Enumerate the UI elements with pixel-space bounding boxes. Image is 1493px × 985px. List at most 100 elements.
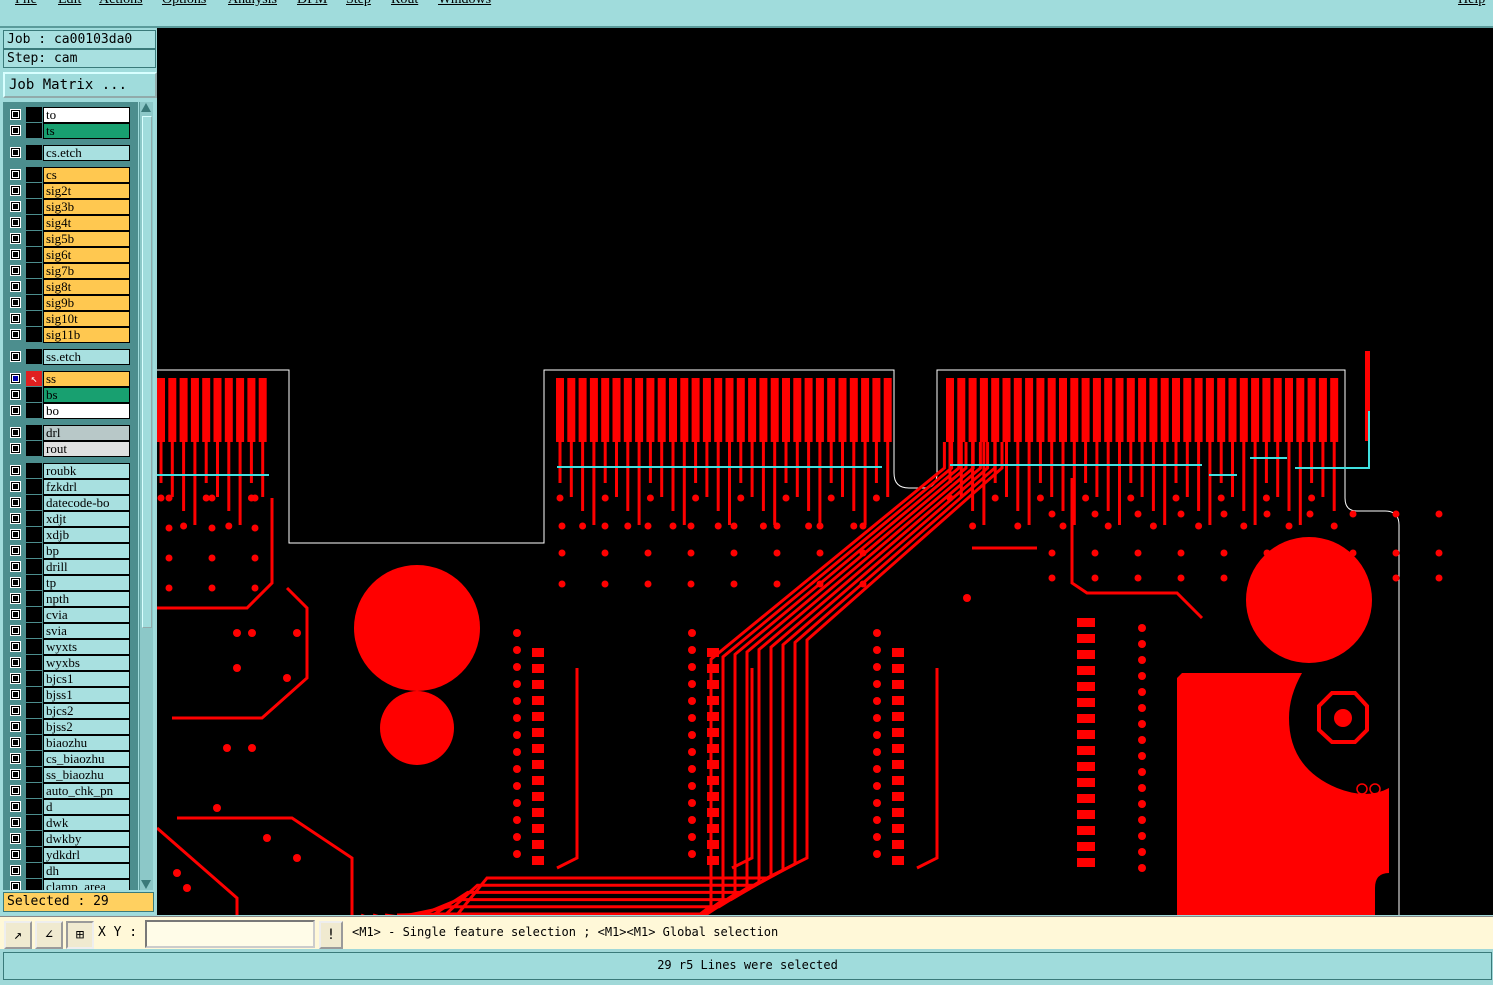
layer-checkbox[interactable]: [10, 849, 21, 860]
layer-checkbox[interactable]: [10, 593, 21, 604]
layer-name[interactable]: sig3b: [43, 199, 130, 215]
layer-name[interactable]: clamp_area: [43, 879, 130, 890]
layer-row[interactable]: sig2t: [6, 183, 130, 199]
layer-color-swatch[interactable]: [26, 735, 42, 750]
job-matrix-button[interactable]: Job Matrix ...: [3, 72, 157, 98]
layer-checkbox[interactable]: [10, 801, 21, 812]
xy-coordinate-input[interactable]: [145, 920, 315, 948]
layer-color-swatch[interactable]: [26, 687, 42, 702]
layer-row[interactable]: ts: [6, 123, 130, 139]
layer-color-swatch[interactable]: [26, 495, 42, 510]
layer-checkbox[interactable]: [10, 497, 21, 508]
layer-name[interactable]: bo: [43, 403, 130, 419]
layer-name[interactable]: d: [43, 799, 130, 815]
layer-row[interactable]: wyxts: [6, 639, 130, 655]
layer-checkbox[interactable]: [10, 513, 21, 524]
layer-row[interactable]: roubk: [6, 463, 130, 479]
layer-checkbox[interactable]: [10, 109, 21, 120]
layer-checkbox[interactable]: [10, 769, 21, 780]
layer-checkbox[interactable]: [10, 609, 21, 620]
layer-row[interactable]: sig7b: [6, 263, 130, 279]
layer-row[interactable]: drl: [6, 425, 130, 441]
layer-row[interactable]: xdjb: [6, 527, 130, 543]
layer-color-swatch[interactable]: [26, 847, 42, 862]
layer-row[interactable]: d: [6, 799, 130, 815]
layer-color-swatch[interactable]: [26, 403, 42, 418]
layer-row[interactable]: tp: [6, 575, 130, 591]
layer-list-scrollbar[interactable]: [139, 102, 153, 890]
alert-icon[interactable]: !: [319, 921, 343, 949]
layer-checkbox[interactable]: [10, 185, 21, 196]
menu-file[interactable]: File: [15, 0, 37, 8]
layer-row[interactable]: sig4t: [6, 215, 130, 231]
menu-dfm[interactable]: DFM: [297, 0, 327, 8]
layer-row[interactable]: sig5b: [6, 231, 130, 247]
layer-checkbox[interactable]: [10, 147, 21, 158]
layer-name[interactable]: cs: [43, 167, 130, 183]
layer-color-swatch[interactable]: [26, 575, 42, 590]
layer-color-swatch[interactable]: [26, 607, 42, 622]
layer-row[interactable]: bp: [6, 543, 130, 559]
layer-color-swatch[interactable]: [26, 879, 42, 890]
layer-color-swatch[interactable]: [26, 639, 42, 654]
layer-row[interactable]: ydkdrl: [6, 847, 130, 863]
layer-row[interactable]: sig10t: [6, 311, 130, 327]
layer-row[interactable]: datecode-bo: [6, 495, 130, 511]
layer-name[interactable]: xdjb: [43, 527, 130, 543]
layer-row[interactable]: drill: [6, 559, 130, 575]
layer-name[interactable]: drill: [43, 559, 130, 575]
layer-color-swatch[interactable]: [26, 559, 42, 574]
layer-checkbox[interactable]: [10, 705, 21, 716]
layer-row[interactable]: sig9b: [6, 295, 130, 311]
layer-name[interactable]: sig6t: [43, 247, 130, 263]
layer-checkbox[interactable]: [10, 217, 21, 228]
layer-color-swatch[interactable]: [26, 441, 42, 456]
layer-checkbox[interactable]: [10, 529, 21, 540]
layer-name[interactable]: sig7b: [43, 263, 130, 279]
layer-checkbox[interactable]: [10, 389, 21, 400]
layer-checkbox[interactable]: [10, 545, 21, 556]
layer-color-swatch[interactable]: [26, 863, 42, 878]
layer-color-swatch[interactable]: [26, 311, 42, 326]
menu-windows[interactable]: Windows: [438, 0, 491, 8]
layer-color-swatch[interactable]: [26, 349, 42, 364]
layer-color-swatch[interactable]: [26, 751, 42, 766]
layer-name[interactable]: fzkdrl: [43, 479, 130, 495]
layer-name[interactable]: ss_biaozhu: [43, 767, 130, 783]
work-layer-cursor-icon[interactable]: ↖: [26, 371, 42, 386]
layer-name[interactable]: drl: [43, 425, 130, 441]
layer-color-swatch[interactable]: [26, 527, 42, 542]
layer-name[interactable]: wyxbs: [43, 655, 130, 671]
layer-color-swatch[interactable]: [26, 815, 42, 830]
layer-row[interactable]: ss_biaozhu: [6, 767, 130, 783]
layer-checkbox[interactable]: [10, 817, 21, 828]
layer-row[interactable]: sig8t: [6, 279, 130, 295]
layer-name[interactable]: dwkby: [43, 831, 130, 847]
layer-color-swatch[interactable]: [26, 671, 42, 686]
layer-checkbox[interactable]: [10, 657, 21, 668]
layer-color-swatch[interactable]: [26, 167, 42, 182]
layer-row[interactable]: cs: [6, 167, 130, 183]
layer-checkbox[interactable]: [10, 865, 21, 876]
layer-checkbox[interactable]: [10, 329, 21, 340]
layer-checkbox[interactable]: [10, 351, 21, 362]
layer-color-swatch[interactable]: [26, 655, 42, 670]
layer-row[interactable]: fzkdrl: [6, 479, 130, 495]
layer-name[interactable]: ts: [43, 123, 130, 139]
layer-row[interactable]: bjcs2: [6, 703, 130, 719]
layer-name[interactable]: sig4t: [43, 215, 130, 231]
layer-row[interactable]: cs.etch: [6, 145, 130, 161]
scroll-up-arrow-icon[interactable]: [141, 103, 151, 112]
layer-color-swatch[interactable]: [26, 831, 42, 846]
layer-row[interactable]: sig11b: [6, 327, 130, 343]
layer-name[interactable]: bjcs1: [43, 671, 130, 687]
layer-color-swatch[interactable]: [26, 799, 42, 814]
layer-name[interactable]: auto_chk_pn: [43, 783, 130, 799]
layer-name[interactable]: roubk: [43, 463, 130, 479]
layer-checkbox[interactable]: [10, 689, 21, 700]
snap-grid-icon[interactable]: ⊞: [66, 921, 94, 949]
layer-color-swatch[interactable]: [26, 123, 42, 138]
layer-name[interactable]: ss: [43, 371, 130, 387]
layer-color-swatch[interactable]: [26, 107, 42, 122]
layer-name[interactable]: datecode-bo: [43, 495, 130, 511]
